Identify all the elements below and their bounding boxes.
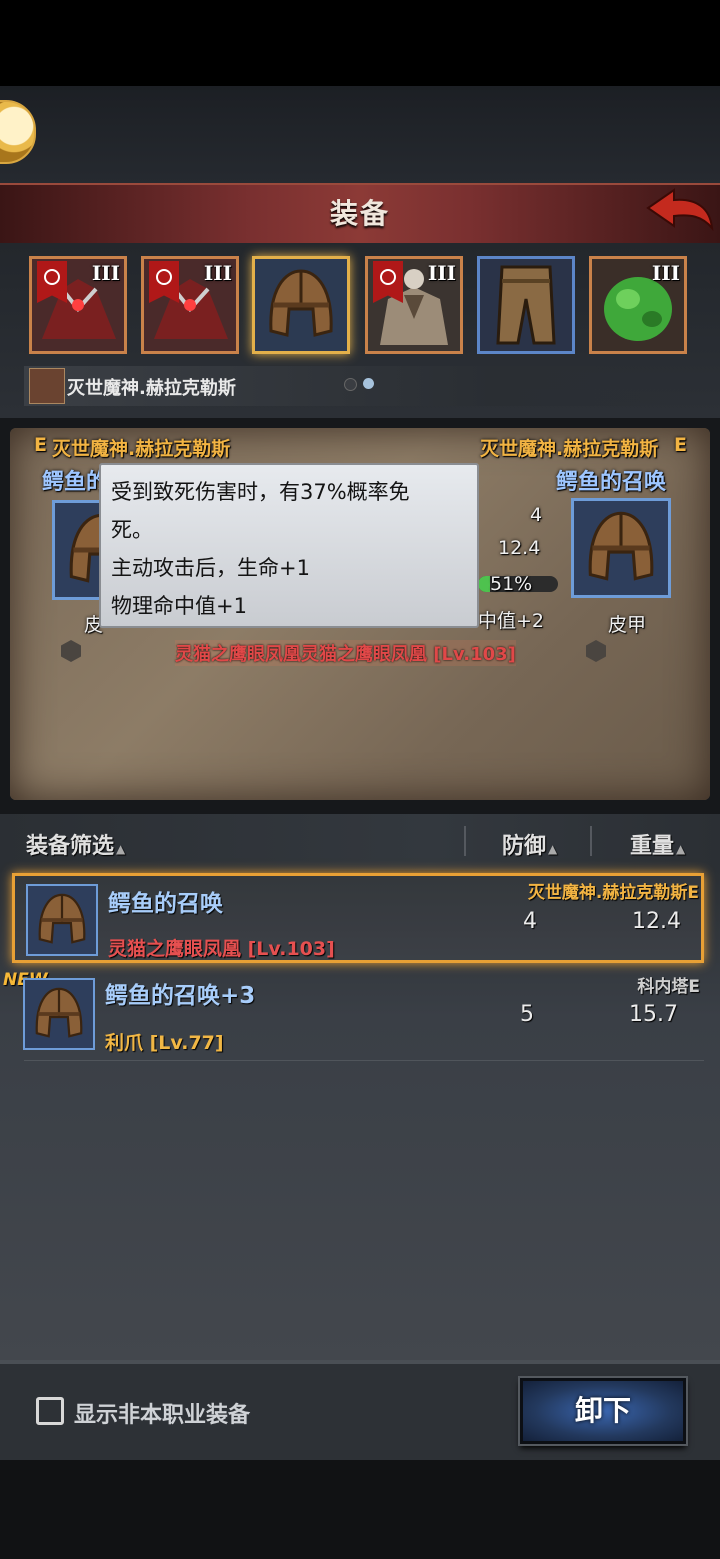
back-arrow-icon bbox=[646, 188, 714, 232]
left-owner: 灭世魔神.赫拉克勒斯 bbox=[52, 438, 231, 460]
bottom-area bbox=[0, 1460, 720, 1559]
item-weight: 12.4 bbox=[632, 909, 681, 934]
item-icon-frame bbox=[26, 884, 98, 956]
sort-arrow-icon: ▲ bbox=[676, 842, 686, 856]
leather-pants-icon bbox=[496, 265, 556, 345]
slot-legs[interactable] bbox=[477, 256, 575, 354]
right-owner: 灭世魔神.赫拉克勒斯 bbox=[480, 438, 659, 460]
sort-defense-button[interactable]: 防御 ▲ bbox=[502, 828, 557, 860]
list-item[interactable]: 鳄鱼的召唤 灵猫之鹰眼凤凰 [Lv.103] 灭世魔神.赫拉克勒斯E 4 12.… bbox=[12, 873, 704, 963]
tooltip-line: 物理命中值+1 bbox=[111, 594, 247, 618]
tooltip-line: 死。 bbox=[111, 518, 153, 542]
compare-set-name: 灵猫之鹰眼凤凰灵猫之鹰眼凤凰 [Lv.103] bbox=[175, 640, 516, 666]
tooltip-line: 受到致死伤害时，有37%概率免 bbox=[111, 480, 410, 504]
right-grade: E bbox=[674, 434, 687, 456]
slot-armor[interactable]: III bbox=[365, 256, 463, 354]
compare-weight: 12.4 bbox=[498, 537, 541, 559]
slot-rank: III bbox=[203, 261, 232, 285]
page-title: 装备 bbox=[329, 197, 390, 230]
page-dot bbox=[344, 378, 357, 391]
item-owner: 灭世魔神.赫拉克勒斯E bbox=[527, 883, 699, 903]
compare-defense: 4 bbox=[530, 504, 543, 526]
unequip-button[interactable]: 卸下 bbox=[520, 1378, 686, 1444]
item-icon-frame bbox=[23, 978, 95, 1050]
right-item-name: 鳄鱼的召唤 bbox=[556, 470, 667, 495]
status-bar bbox=[0, 0, 720, 86]
right-item-type: 皮甲 bbox=[608, 614, 647, 636]
sort-weight-button[interactable]: 重量 ▲ bbox=[630, 828, 685, 860]
item-weight: 15.7 bbox=[629, 1002, 678, 1027]
tooltip-line: 主动攻击后，生命+1 bbox=[111, 556, 310, 580]
slot-accessory[interactable]: III bbox=[589, 256, 687, 354]
owner-name: 灭世魔神.赫拉克勒斯 bbox=[67, 378, 236, 399]
show-other-label[interactable]: 显示非本职业装备 bbox=[74, 1397, 250, 1429]
slot-rank: III bbox=[651, 261, 680, 285]
leather-helmet-icon bbox=[588, 511, 654, 581]
upper-background bbox=[0, 86, 720, 186]
sort-arrow-icon: ▲ bbox=[116, 842, 126, 856]
item-defense: 4 bbox=[523, 909, 537, 934]
hero-portrait-icon bbox=[29, 368, 65, 404]
item-defense: 5 bbox=[520, 1002, 534, 1027]
list-item[interactable]: 鳄鱼的召唤+3 利爪 [Lv.77] 科内塔E 5 15.7 bbox=[12, 970, 704, 1060]
leather-helmet-icon bbox=[35, 987, 83, 1038]
filter-label: 装备筛选 bbox=[26, 834, 115, 859]
slot-weapon-2[interactable]: III bbox=[141, 256, 239, 354]
slot-rank: III bbox=[91, 261, 120, 285]
slot-helmet[interactable] bbox=[252, 256, 350, 354]
sort-arrow-icon: ▲ bbox=[548, 842, 558, 856]
divider bbox=[464, 826, 466, 856]
leather-helmet-icon bbox=[38, 893, 86, 944]
item-set: 灵猫之鹰眼凤凰 [Lv.103] bbox=[108, 938, 335, 960]
compare-hit: 中值+2 bbox=[478, 610, 545, 632]
item-name: 鳄鱼的召唤 bbox=[108, 891, 223, 917]
slot-rank: III bbox=[427, 261, 456, 285]
weight-label: 重量 bbox=[630, 834, 675, 859]
page-dot-active bbox=[363, 378, 374, 389]
filter-button[interactable]: 装备筛选 ▲ bbox=[26, 828, 125, 860]
leather-helmet-icon bbox=[269, 269, 333, 337]
item-owner: 科内塔E bbox=[637, 977, 700, 997]
row-divider bbox=[24, 1060, 704, 1061]
back-button[interactable] bbox=[644, 186, 714, 236]
compare-percent: 51% bbox=[490, 573, 533, 595]
item-tooltip: 受到致死伤害时，有37%概率免 死。 主动攻击后，生命+1 物理命中值+1 bbox=[99, 463, 479, 628]
item-name: 鳄鱼的召唤+3 bbox=[105, 983, 256, 1009]
show-other-checkbox[interactable] bbox=[36, 1397, 64, 1425]
divider bbox=[590, 826, 592, 856]
item-set: 利爪 [Lv.77] bbox=[105, 1032, 224, 1054]
slot-weapon-1[interactable]: III bbox=[29, 256, 127, 354]
right-item-frame bbox=[571, 498, 671, 598]
defense-label: 防御 bbox=[502, 834, 547, 859]
left-grade: E bbox=[34, 434, 47, 456]
